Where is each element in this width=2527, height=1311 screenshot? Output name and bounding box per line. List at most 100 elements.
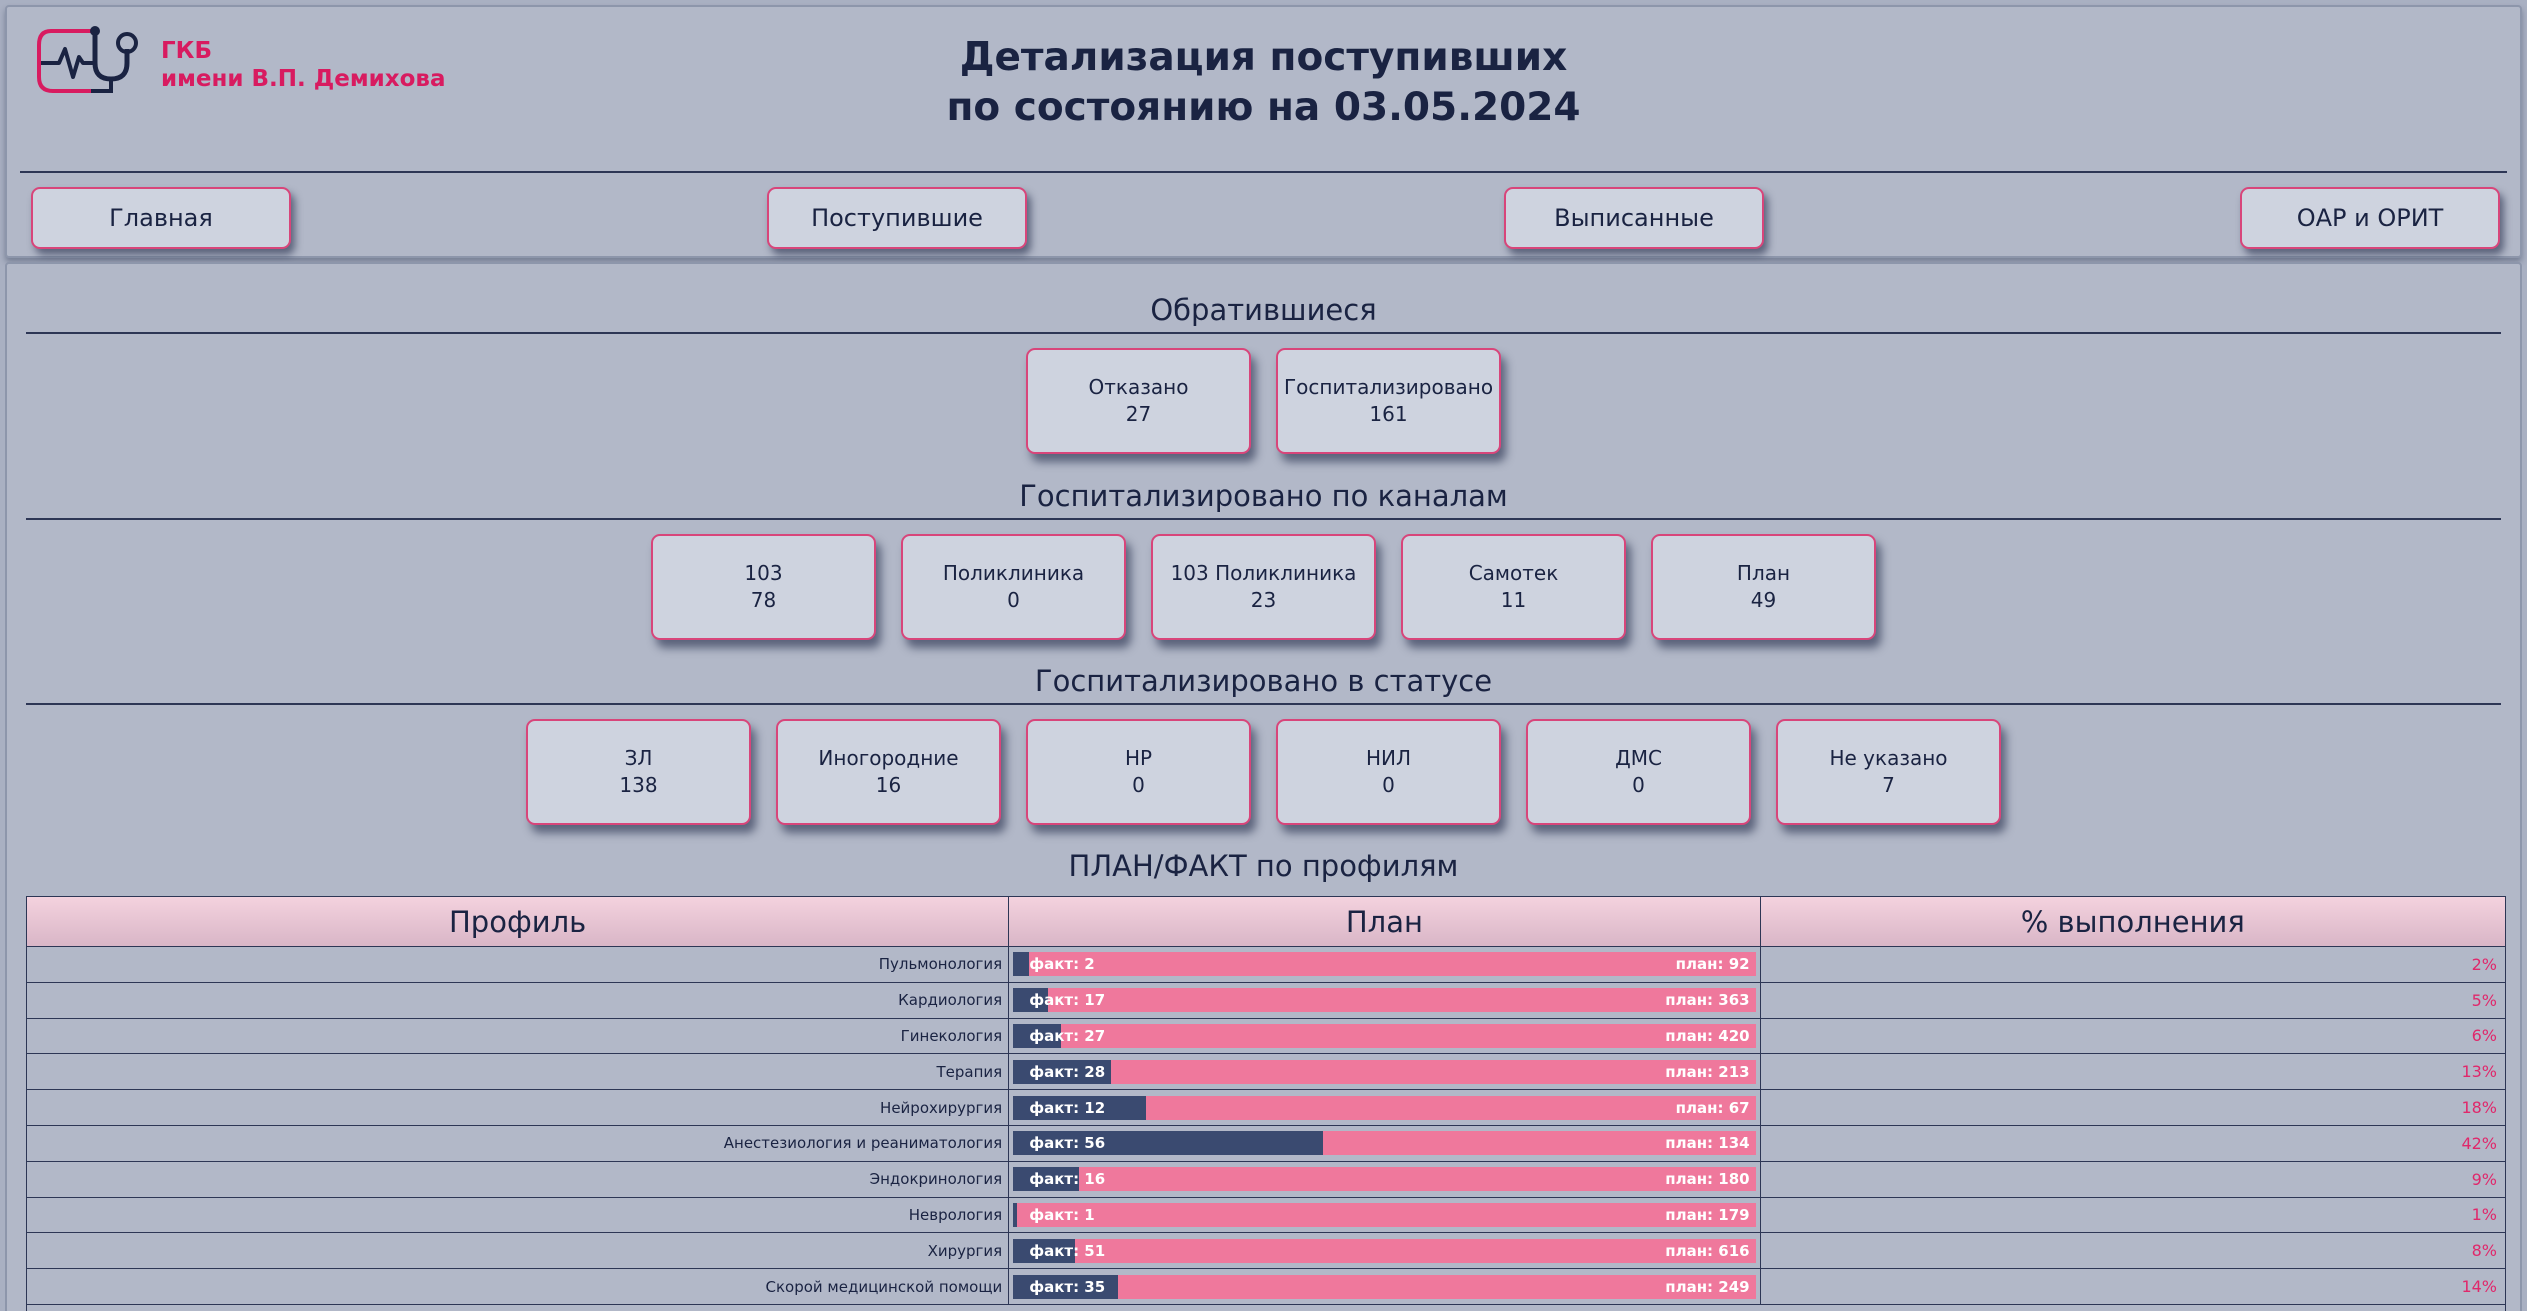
plan-fact-bar: факт: 16 план: 180 [1013, 1167, 1756, 1192]
main-panel: Обратившиеся Отказано 27 Госпитализирова… [5, 262, 2522, 1311]
card-value: 27 [1125, 402, 1152, 426]
fact-label: факт: 51 [1029, 1241, 1106, 1260]
plan-cell: факт: 35 план: 249 [1009, 1269, 1761, 1304]
nav-button-discharged[interactable]: Выписанные [1504, 187, 1764, 249]
card-refused[interactable]: Отказано 27 [1026, 348, 1251, 454]
percent-cell: 8% [2471, 1241, 2497, 1261]
plan-label: план: 180 [1665, 1170, 1750, 1189]
plan-cell: факт: 28 план: 213 [1009, 1054, 1761, 1090]
table-row[interactable]: Терапия факт: 28 план: 213 13% [27, 1054, 2505, 1091]
fact-bar-fill [1013, 1202, 1018, 1227]
fact-label: факт: 35 [1029, 1277, 1106, 1296]
card-channel-polyclinic[interactable]: Поликлиника 0 [901, 534, 1126, 640]
percent-cell: 14% [2461, 1277, 2497, 1297]
card-hospitalized[interactable]: Госпитализировано 161 [1276, 348, 1501, 454]
card-label: НР [1124, 746, 1153, 770]
card-label: Иногородние [818, 746, 959, 770]
plan-fact-bar: факт: 56 план: 134 [1013, 1131, 1756, 1156]
percent-cell: 13% [2461, 1062, 2497, 1082]
card-value: 0 [1007, 588, 1020, 612]
profile-cell: Эндокринология [27, 1161, 1010, 1197]
planfact-table: Профиль План % выполнения Пульмонология ф… [26, 896, 2506, 1311]
fact-label: факт: 1 [1029, 1205, 1095, 1224]
plan-cell: факт: 27 план: 420 [1009, 1018, 1761, 1054]
percent-cell: 42% [2461, 1133, 2497, 1153]
table-row[interactable]: Скорой медицинской помощи факт: 35 план: 2… [27, 1269, 2505, 1305]
table-row[interactable]: Неврология факт: 1 план: 179 1% [27, 1197, 2505, 1234]
section-title-planfact: ПЛАН/ФАКТ по профилям [1068, 849, 1459, 883]
card-status-nil[interactable]: НИЛ 0 [1276, 719, 1501, 825]
table-row[interactable]: Нейрохирургия факт: 12 план: 67 18% [27, 1090, 2505, 1126]
card-channel-self-referral[interactable]: Самотек 11 [1401, 534, 1626, 640]
table-row[interactable]: Кардиология факт: 17 план: 363 5% [27, 982, 2505, 1019]
profile-cell: Терапия [27, 1054, 1010, 1090]
table-row[interactable]: Эндокринология факт: 16 план: 180 9% [27, 1161, 2505, 1198]
fact-bar-fill [1013, 952, 1030, 977]
card-value: 78 [750, 588, 777, 612]
card-channel-plan[interactable]: План 49 [1651, 534, 1876, 640]
plan-cell: факт: 56 план: 134 [1009, 1125, 1761, 1161]
plan-label: план: 67 [1675, 1098, 1750, 1117]
plan-fact-bar: факт: 27 план: 420 [1013, 1023, 1756, 1048]
fact-label: факт: 16 [1029, 1170, 1106, 1189]
card-channel-103[interactable]: 103 78 [651, 534, 876, 640]
plan-fact-bar: факт: 28 план: 213 [1013, 1059, 1756, 1084]
card-status-nonresident[interactable]: Иногородние 16 [776, 719, 1001, 825]
card-value: 16 [875, 773, 902, 797]
card-channel-103-polyclinic[interactable]: 103 Поликлиника 23 [1151, 534, 1376, 640]
card-value: 161 [1369, 402, 1408, 426]
card-label: 103 [744, 561, 783, 585]
profile-cell: Нейрохирургия [27, 1090, 1010, 1125]
card-value: 49 [1750, 588, 1777, 612]
column-header-plan[interactable]: План [1009, 897, 1761, 946]
plan-fact-bar: факт: 2 план: 92 [1013, 952, 1756, 977]
plan-cell: факт: 2 план: 92 [1009, 947, 1761, 982]
card-status-nr[interactable]: НР 0 [1026, 719, 1251, 825]
plan-cell: факт: 17 план: 363 [1009, 982, 1761, 1018]
card-label: НИЛ [1365, 746, 1412, 770]
nav-button-icu[interactable]: ОАР и ОРИТ [2240, 187, 2500, 249]
table-row[interactable]: Анестезиология и реаниматология факт: 56 п… [27, 1125, 2505, 1162]
header-panel: ГКБ имени В.П. Демихова Детализация пост… [5, 5, 2522, 258]
plan-fact-bar: факт: 1 план: 179 [1013, 1202, 1756, 1227]
plan-fact-bar: факт: 51 план: 616 [1013, 1238, 1756, 1263]
percent-cell: 5% [2471, 990, 2497, 1010]
plan-fact-bar: факт: 12 план: 67 [1013, 1095, 1756, 1120]
profile-cell: Пульмонология [27, 947, 1010, 982]
card-status-zl[interactable]: ЗЛ 138 [526, 719, 751, 825]
card-value: 0 [1132, 773, 1145, 797]
percent-cell: 9% [2471, 1169, 2497, 1189]
card-label: Поликлиника [942, 561, 1085, 585]
table-row[interactable]: Пульмонология факт: 2 план: 92 2% [27, 947, 2505, 983]
plan-fact-bar: факт: 35 план: 249 [1013, 1274, 1756, 1299]
profile-cell: Анестезиология и реаниматология [27, 1125, 1010, 1161]
card-value: 0 [1632, 773, 1645, 797]
section-divider [26, 703, 2501, 705]
profile-cell: Хирургия [27, 1233, 1010, 1269]
fact-label: факт: 12 [1029, 1098, 1106, 1117]
nav-button-home[interactable]: Главная [31, 187, 291, 249]
plan-fact-bar: факт: 17 план: 363 [1013, 988, 1756, 1013]
card-label: Отказано [1088, 375, 1189, 399]
card-status-unspecified[interactable]: Не указано 7 [1776, 719, 2001, 825]
table-row[interactable]: Хирургия факт: 51 план: 616 8% [27, 1233, 2505, 1270]
section-divider [26, 332, 2501, 334]
percent-cell: 6% [2471, 1026, 2497, 1046]
plan-label: план: 363 [1665, 991, 1750, 1010]
card-value: 23 [1250, 588, 1277, 612]
card-label: 103 Поликлиника [1170, 561, 1357, 585]
profile-cell: Кардиология [27, 982, 1010, 1018]
column-header-profile[interactable]: Профиль [27, 897, 1010, 946]
card-value: 7 [1882, 773, 1895, 797]
profile-cell: Неврология [27, 1197, 1010, 1233]
plan-label: план: 179 [1665, 1205, 1750, 1224]
header-divider [20, 171, 2507, 173]
card-status-dms[interactable]: ДМС 0 [1526, 719, 1751, 825]
card-label: ДМС [1615, 746, 1662, 770]
table-body: Пульмонология факт: 2 план: 92 2% Кардиологи… [27, 947, 2505, 1305]
nav-button-admitted[interactable]: Поступившие [767, 187, 1027, 249]
section-title-status: Госпитализировано в статусе [1034, 664, 1493, 698]
table-row[interactable]: Гинекология факт: 27 план: 420 6% [27, 1018, 2505, 1055]
fact-label: факт: 17 [1029, 991, 1106, 1010]
column-header-percent[interactable]: % выполнения [1761, 897, 2505, 946]
